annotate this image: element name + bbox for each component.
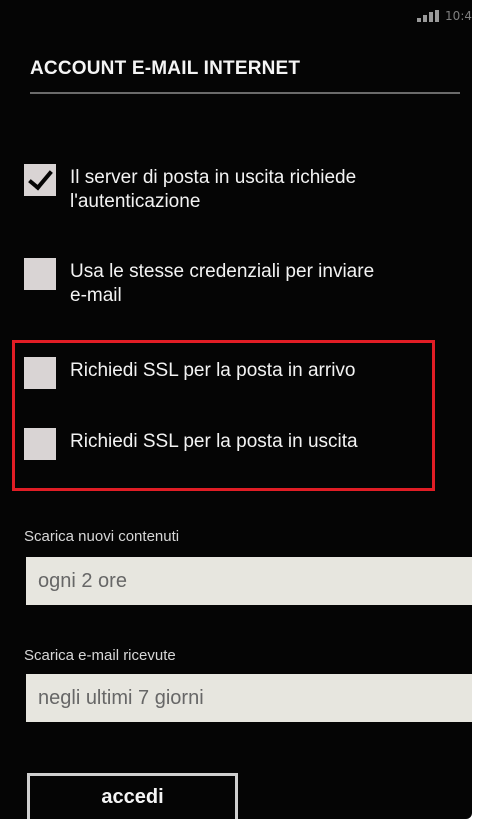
download-content-value: ogni 2 ore [38, 569, 127, 592]
page-title: ACCOUNT E-MAIL INTERNET [30, 58, 301, 79]
download-email-label: Scarica e-mail ricevute [24, 647, 176, 664]
signin-button[interactable]: accedi [27, 773, 238, 819]
same-credentials-checkbox[interactable] [24, 258, 56, 290]
option-ssl-incoming[interactable]: Richiedi SSL per la posta in arrivo [24, 357, 356, 389]
ssl-incoming-checkbox[interactable] [24, 357, 56, 389]
ssl-outgoing-checkbox[interactable] [24, 428, 56, 460]
option-outgoing-auth[interactable]: Il server di posta in uscita richiede l'… [24, 164, 356, 214]
download-email-select[interactable]: negli ultimi 7 giorni [26, 674, 472, 722]
download-content-select[interactable]: ogni 2 ore [26, 557, 472, 605]
title-divider [30, 92, 460, 94]
outgoing-auth-checkbox[interactable] [24, 164, 56, 196]
ssl-incoming-label: Richiedi SSL per la posta in arrivo [70, 360, 356, 381]
outgoing-auth-label: Il server di posta in uscita richiede l'… [70, 167, 357, 212]
download-email-value: negli ultimi 7 giorni [38, 686, 204, 709]
signal-strength-icon [417, 10, 440, 22]
option-ssl-outgoing[interactable]: Richiedi SSL per la posta in uscita [24, 428, 358, 460]
phone-screen: 10:4 ACCOUNT E-MAIL INTERNET Il server d… [0, 0, 472, 819]
same-credentials-label: Usa le stesse credenziali per inviare e-… [70, 261, 375, 306]
download-content-label: Scarica nuovi contenuti [24, 528, 180, 545]
status-time: 10:4 [445, 9, 472, 23]
ssl-outgoing-label: Richiedi SSL per la posta in uscita [70, 431, 358, 452]
option-same-credentials[interactable]: Usa le stesse credenziali per inviare e-… [24, 258, 374, 308]
status-bar: 10:4 [417, 4, 472, 28]
